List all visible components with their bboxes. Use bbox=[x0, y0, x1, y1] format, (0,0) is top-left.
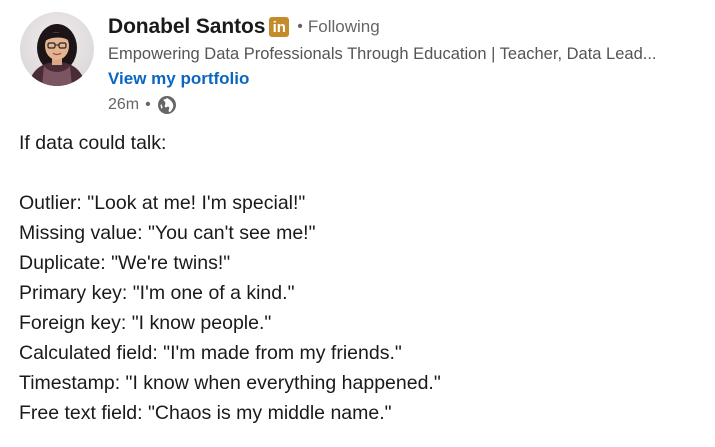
avatar[interactable] bbox=[20, 12, 94, 86]
post-time: 26m bbox=[108, 96, 140, 113]
post-line: Duplicate: "We're twins!" bbox=[19, 252, 231, 274]
view-portfolio-link[interactable]: View my portfolio bbox=[108, 66, 249, 92]
post-body: If data could talk: Outlier: "Look at me… bbox=[19, 128, 699, 428]
post-line: Primary key: "I'm one of a kind." bbox=[19, 282, 295, 304]
post-header: Donabel Santos in • Following Empowering… bbox=[20, 12, 710, 114]
follow-status[interactable]: Following bbox=[308, 17, 380, 37]
author-name[interactable]: Donabel Santos bbox=[108, 15, 265, 39]
post-line: Calculated field: "I'm made from my frie… bbox=[19, 342, 402, 364]
meta-separator-dot: • bbox=[145, 96, 151, 113]
linkedin-premium-icon: in bbox=[269, 17, 290, 37]
separator-dot: • bbox=[297, 18, 303, 35]
post-meta: 26m • bbox=[108, 92, 708, 118]
post-line: Outlier: "Look at me! I'm special!" bbox=[19, 192, 306, 214]
post-line: Free text field: "Chaos is my middle nam… bbox=[19, 402, 392, 424]
globe-icon[interactable] bbox=[157, 95, 177, 115]
author-headline: Empowering Data Professionals Through Ed… bbox=[108, 45, 657, 63]
author-block: Donabel Santos in • Following Empowering… bbox=[108, 12, 708, 118]
post-line: Timestamp: "I know when everything happe… bbox=[19, 372, 441, 394]
avatar-photo bbox=[20, 12, 94, 86]
post-intro: If data could talk: bbox=[19, 132, 167, 154]
post-line: Foreign key: "I know people." bbox=[19, 312, 272, 334]
name-row: Donabel Santos in • Following bbox=[108, 12, 708, 42]
post-line: Missing value: "You can't see me!" bbox=[19, 222, 316, 244]
